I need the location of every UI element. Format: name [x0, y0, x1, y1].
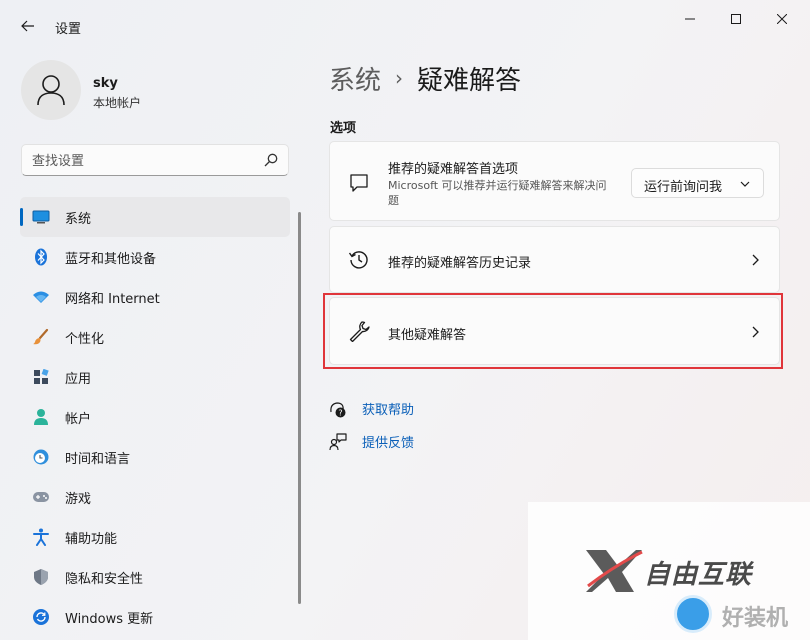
close-icon	[777, 14, 787, 24]
chevron-down-icon	[740, 181, 750, 187]
card-title: 推荐的疑难解答首选项	[388, 162, 519, 177]
brush-icon	[32, 328, 50, 346]
svg-text:?: ?	[338, 408, 342, 417]
breadcrumb-parent[interactable]: 系统	[329, 60, 381, 97]
breadcrumb: 系统 › 疑难解答	[329, 60, 521, 96]
close-button[interactable]	[764, 8, 800, 30]
app-title: 设置	[55, 22, 82, 37]
section-label: 选项	[330, 121, 357, 136]
link-label[interactable]: 获取帮助	[362, 399, 414, 418]
apps-icon	[32, 368, 50, 386]
person-icon	[37, 75, 65, 106]
feedback-icon	[329, 432, 347, 451]
sidebar-item-label: 辅助功能	[65, 531, 118, 547]
sidebar-item-label: 系统	[65, 211, 92, 227]
preference-dropdown[interactable]: 运行前询问我	[631, 168, 764, 198]
title-bar: 设置	[0, 0, 810, 48]
watermark-brand: 自由互联	[644, 560, 753, 590]
sidebar-nav: 系统 蓝牙和其他设备 网络和 Internet 个性化 应用 帐户 时间和语言 …	[20, 197, 290, 637]
sidebar-item-system[interactable]: 系统	[20, 197, 290, 237]
search-icon[interactable]	[264, 153, 278, 167]
update-icon	[32, 608, 50, 626]
avatar[interactable]	[21, 60, 81, 120]
wifi-icon	[32, 288, 50, 306]
accessibility-icon	[32, 528, 50, 546]
breadcrumb-separator: ›	[395, 66, 404, 90]
sidebar-item-windows-update[interactable]: Windows 更新	[20, 597, 290, 637]
sidebar-item-time-language[interactable]: 时间和语言	[20, 437, 290, 477]
help-icon: ?	[329, 400, 347, 418]
sidebar-item-gaming[interactable]: 游戏	[20, 477, 290, 517]
sidebar-item-bluetooth[interactable]: 蓝牙和其他设备	[20, 237, 290, 277]
minimize-button[interactable]	[672, 8, 708, 30]
sidebar-scrollbar[interactable]	[298, 212, 301, 604]
chevron-right-icon	[752, 254, 759, 266]
bluetooth-icon	[32, 248, 50, 266]
give-feedback-link[interactable]: 提供反馈	[329, 432, 414, 451]
search-input[interactable]	[32, 151, 252, 171]
watermark-badge	[674, 595, 712, 633]
highlight-box	[323, 293, 783, 369]
sidebar-item-accounts[interactable]: 帐户	[20, 397, 290, 437]
sidebar-item-label: 帐户	[65, 411, 92, 427]
back-arrow-icon	[21, 20, 34, 32]
history-icon	[348, 249, 370, 271]
clock-globe-icon	[32, 448, 50, 466]
card-description: Microsoft 可以推荐并运行疑难解答来解决问题	[388, 179, 607, 207]
sidebar-item-apps[interactable]: 应用	[20, 357, 290, 397]
recommended-history-card[interactable]: 推荐的疑难解答历史记录	[329, 226, 780, 293]
sidebar-item-personalization[interactable]: 个性化	[20, 317, 290, 357]
watermark-logo-icon	[586, 550, 643, 592]
back-button[interactable]	[14, 14, 42, 38]
account-icon	[32, 408, 50, 426]
watermark-secondary: 好装机	[722, 606, 789, 631]
monitor-icon	[32, 208, 50, 226]
sidebar-item-privacy[interactable]: 隐私和安全性	[20, 557, 290, 597]
sidebar-item-label: 时间和语言	[65, 451, 131, 467]
maximize-button[interactable]	[718, 8, 754, 30]
settings-window: 设置 sky 本地帐户 查找设置 系统 蓝牙和其他设备 网络和 Internet…	[0, 0, 810, 640]
minimize-icon	[685, 18, 695, 20]
sidebar-item-label: 个性化	[65, 331, 105, 347]
get-help-link[interactable]: ? 获取帮助	[329, 399, 414, 418]
search-box[interactable]	[21, 144, 289, 176]
sidebar-item-label: 隐私和安全性	[65, 571, 144, 587]
gamepad-icon	[32, 488, 50, 506]
sidebar-item-label: 蓝牙和其他设备	[65, 251, 157, 267]
recommended-preferences-card: 推荐的疑难解答首选项 Microsoft 可以推荐并运行疑难解答来解决问题 运行…	[329, 141, 780, 221]
sidebar-item-label: 应用	[65, 371, 92, 387]
message-icon	[348, 172, 370, 194]
sidebar-item-accessibility[interactable]: 辅助功能	[20, 517, 290, 557]
page-title: 疑难解答	[417, 65, 522, 96]
sidebar-item-label: 网络和 Internet	[65, 291, 160, 307]
account-type: 本地帐户	[93, 96, 142, 110]
card-title: 推荐的疑难解答历史记录	[388, 256, 532, 271]
maximize-icon	[731, 14, 741, 24]
sidebar-item-network[interactable]: 网络和 Internet	[20, 277, 290, 317]
user-name: sky	[93, 76, 118, 91]
link-label[interactable]: 提供反馈	[362, 432, 414, 451]
shield-icon	[32, 568, 50, 586]
sidebar-item-label: 游戏	[65, 491, 92, 507]
sidebar-item-label: Windows 更新	[65, 611, 154, 627]
dropdown-value: 运行前询问我	[644, 180, 723, 195]
